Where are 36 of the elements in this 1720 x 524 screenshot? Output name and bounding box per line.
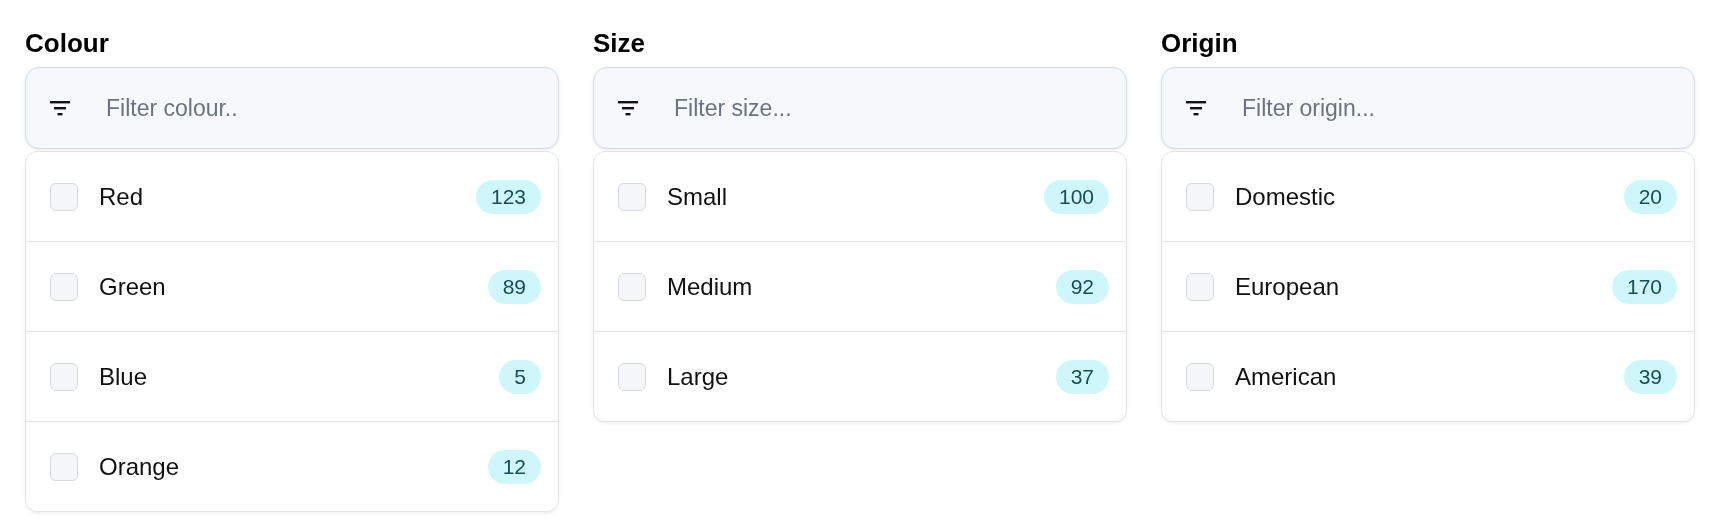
count-badge: 92 xyxy=(1055,269,1109,304)
count-badge: 20 xyxy=(1623,179,1677,214)
count-badge: 89 xyxy=(487,269,541,304)
option-label[interactable]: Large xyxy=(667,362,1056,391)
count-badge: 123 xyxy=(475,179,541,214)
option-label[interactable]: Medium xyxy=(667,272,1056,301)
group-title: Colour xyxy=(25,28,109,58)
option-label[interactable]: Orange xyxy=(99,452,488,481)
option-label[interactable]: Domestic xyxy=(1235,182,1624,211)
count-badge: 100 xyxy=(1043,179,1109,214)
checkbox[interactable] xyxy=(50,272,78,301)
checkbox[interactable] xyxy=(1186,272,1214,301)
checkbox[interactable] xyxy=(1186,362,1214,391)
option-label[interactable]: Blue xyxy=(99,362,500,391)
option-label[interactable]: Small xyxy=(667,182,1044,211)
count-badge: 39 xyxy=(1623,359,1677,394)
group-title: Origin xyxy=(1161,28,1238,58)
count-badge: 170 xyxy=(1611,269,1677,304)
count-badge: 12 xyxy=(487,449,541,484)
checkbox[interactable] xyxy=(50,452,78,481)
filter-field[interactable]: Filter colour.. xyxy=(25,67,559,149)
count-badge: 37 xyxy=(1055,359,1109,394)
checkbox[interactable] xyxy=(618,362,646,391)
checkbox[interactable] xyxy=(618,272,646,301)
checkbox[interactable] xyxy=(50,182,78,211)
option-label[interactable]: European xyxy=(1235,272,1612,301)
checkbox[interactable] xyxy=(50,362,78,391)
checkbox[interactable] xyxy=(618,182,646,211)
filter-field[interactable]: Filter origin... xyxy=(1161,67,1695,149)
option-label[interactable]: Green xyxy=(99,272,488,301)
checkbox[interactable] xyxy=(1186,182,1214,211)
group-title: Size xyxy=(593,28,646,58)
count-badge: 5 xyxy=(499,359,541,394)
filter-field[interactable]: Filter size... xyxy=(593,67,1127,149)
option-label[interactable]: American xyxy=(1235,362,1624,391)
option-label[interactable]: Red xyxy=(99,182,476,211)
